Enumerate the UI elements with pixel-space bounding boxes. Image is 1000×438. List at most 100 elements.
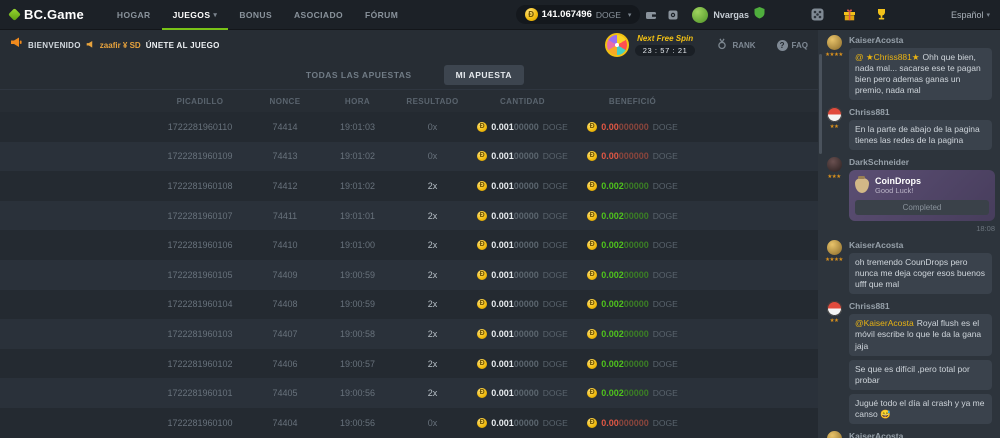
language-label: Español — [951, 10, 984, 20]
doge-coin-icon: Ð — [477, 122, 487, 132]
avatar[interactable] — [827, 240, 842, 255]
announcement-join-link[interactable]: ÚNETE AL JUEGO — [146, 41, 220, 50]
bet-nonce: 74412 — [250, 181, 320, 191]
doge-coin-icon: Ð — [477, 151, 487, 161]
table-row[interactable]: 1722281960102 74406 19:00:57 2x Ð 0.0010… — [0, 349, 818, 379]
table-row[interactable]: 1722281960103 74407 19:00:58 2x Ð 0.0010… — [0, 319, 818, 349]
tab-todas-las-apuestas[interactable]: TODAS LAS APUESTAS — [294, 65, 424, 85]
bet-profit: Ð 0.00200000 DOGE — [575, 181, 690, 191]
spin-wheel-icon — [605, 33, 629, 57]
bet-amount: Ð 0.00100000 DOGE — [470, 359, 575, 369]
bets-tabs-bar: TODAS LAS APUESTAS MI APUESTA — [0, 60, 818, 90]
tab-mi-apuesta[interactable]: MI APUESTA — [444, 65, 524, 85]
avatar[interactable] — [827, 301, 842, 316]
user-menu[interactable]: Nvargas — [692, 6, 765, 24]
bet-profit: Ð 0.00200000 DOGE — [575, 329, 690, 339]
bet-profit: Ð 0.00200000 DOGE — [575, 240, 690, 250]
bet-hash: 1722281960107 — [150, 211, 250, 221]
rank-button[interactable]: RANK — [716, 38, 755, 52]
table-row[interactable]: 1722281960106 74410 19:01:00 2x Ð 0.0010… — [0, 230, 818, 260]
table-row[interactable]: 1722281960107 74411 19:01:01 2x Ð 0.0010… — [0, 201, 818, 231]
table-row[interactable]: 1722281960104 74408 19:00:59 2x Ð 0.0010… — [0, 290, 818, 320]
nav-item-hogar[interactable]: HOGAR — [106, 0, 162, 30]
bet-result: 2x — [395, 211, 470, 221]
bet-amount: Ð 0.00100000 DOGE — [470, 388, 575, 398]
faq-button[interactable]: ? FAQ — [777, 40, 808, 51]
bet-time: 19:01:00 — [320, 240, 395, 250]
bet-result: 0x — [395, 122, 470, 132]
chat-message: ★★★★ KaiserAcosta @ ★Chriss881★Jajaja pu… — [818, 426, 1000, 438]
doge-coin-icon: Ð — [587, 329, 597, 339]
bets-table-body: 1722281960110 74414 19:01:03 0x Ð 0.0010… — [0, 112, 818, 438]
chat-username[interactable]: KaiserAcosta — [849, 431, 992, 438]
chat-message: ★★★★ KaiserAcosta oh tremendo CounDrops … — [818, 235, 1000, 296]
nav-item-forum[interactable]: FÓRUM — [354, 0, 409, 30]
megaphone-icon — [10, 36, 23, 54]
bet-result: 2x — [395, 388, 470, 398]
chat-bubble: @KaiserAcostaRoyal flush es el móvil esc… — [849, 314, 992, 355]
user-level-stars: ★★★★ — [825, 257, 843, 263]
balance-selector[interactable]: Ð 141.067496 DOGE ▾ — [516, 5, 641, 24]
nav-item-asociado[interactable]: ASOCIADO — [283, 0, 354, 30]
coindrops-completed-button[interactable]: Completed — [855, 200, 989, 215]
language-selector[interactable]: Español ▾ — [951, 10, 990, 20]
doge-coin-icon: Ð — [477, 299, 487, 309]
trophy-icon[interactable] — [871, 4, 893, 26]
bet-profit: Ð 0.00000000 DOGE — [575, 151, 690, 161]
mention[interactable]: @ ★Chriss881★ — [855, 52, 920, 62]
nav-item-juegos[interactable]: JUEGOS ▾ — [162, 0, 229, 30]
avatar[interactable] — [827, 157, 842, 172]
chat-username[interactable]: KaiserAcosta — [849, 35, 992, 45]
bet-nonce: 74409 — [250, 270, 320, 280]
bet-profit: Ð 0.00200000 DOGE — [575, 211, 690, 221]
bet-time: 19:01:02 — [320, 181, 395, 191]
bet-hash: 1722281960104 — [150, 299, 250, 309]
table-row[interactable]: 1722281960108 74412 19:01:02 2x Ð 0.0010… — [0, 171, 818, 201]
gift-icon[interactable] — [839, 4, 861, 26]
doge-coin-icon: Ð — [587, 122, 597, 132]
doge-coin-icon: Ð — [477, 270, 487, 280]
user-level-stars: ★★★★ — [825, 52, 843, 58]
bet-amount: Ð 0.00100000 DOGE — [470, 122, 575, 132]
dice-icon[interactable] — [807, 4, 829, 26]
main-nav: HOGAR JUEGOS ▾ BONUS ASOCIADO FÓRUM — [106, 0, 409, 30]
chevron-down-icon: ▾ — [213, 11, 217, 19]
bet-nonce: 74413 — [250, 151, 320, 161]
chat-text: Jugué todo el día al crash y ya me canso… — [855, 398, 984, 419]
bet-time: 19:00:58 — [320, 329, 395, 339]
table-row[interactable]: 1722281960100 74404 19:00:56 0x Ð 0.0010… — [0, 408, 818, 438]
col-resultado: RESULTADO — [395, 97, 470, 106]
chat-message: ★★★ DarkSchneider CoinDrops Good Luck! C… — [818, 152, 1000, 235]
table-row[interactable]: 1722281960105 74409 19:00:59 2x Ð 0.0010… — [0, 260, 818, 290]
bet-result: 0x — [395, 418, 470, 428]
bet-nonce: 74411 — [250, 211, 320, 221]
coindrops-card[interactable]: CoinDrops Good Luck! Completed — [849, 170, 995, 221]
bet-profit: Ð 0.00000000 DOGE — [575, 418, 690, 428]
chat-username[interactable]: KaiserAcosta — [849, 240, 992, 250]
avatar[interactable] — [827, 35, 842, 50]
bet-amount: Ð 0.00100000 DOGE — [470, 270, 575, 280]
chat-username[interactable]: Chriss881 — [849, 107, 992, 117]
nav-item-bonus[interactable]: BONUS — [228, 0, 283, 30]
vault-icon[interactable] — [662, 4, 684, 26]
table-row[interactable]: 1722281960110 74414 19:01:03 0x Ð 0.0010… — [0, 112, 818, 142]
bcgame-logo[interactable]: BC.Game — [10, 7, 84, 22]
chat-username[interactable]: DarkSchneider — [849, 157, 992, 167]
bet-hash: 1722281960108 — [150, 181, 250, 191]
chat-scrollbar[interactable] — [819, 54, 822, 154]
free-spin-widget[interactable]: Next Free Spin 23 : 57 : 21 — [605, 33, 696, 57]
doge-coin-icon: Ð — [587, 211, 597, 221]
table-row[interactable]: 1722281960109 74413 19:01:02 0x Ð 0.0010… — [0, 142, 818, 172]
doge-coin-icon: Ð — [477, 329, 487, 339]
avatar[interactable] — [827, 431, 842, 438]
avatar[interactable] — [827, 107, 842, 122]
chat-username[interactable]: Chriss881 — [849, 301, 992, 311]
doge-coin-icon: Ð — [587, 359, 597, 369]
table-row[interactable]: 1722281960101 74405 19:00:56 2x Ð 0.0010… — [0, 378, 818, 408]
bet-amount: Ð 0.00100000 DOGE — [470, 151, 575, 161]
logo-diamond-icon — [8, 8, 21, 21]
wallet-icon[interactable] — [640, 4, 662, 26]
bet-amount: Ð 0.00100000 DOGE — [470, 211, 575, 221]
col-nonce: NONCE — [250, 97, 320, 106]
mention[interactable]: @KaiserAcosta — [855, 318, 914, 328]
